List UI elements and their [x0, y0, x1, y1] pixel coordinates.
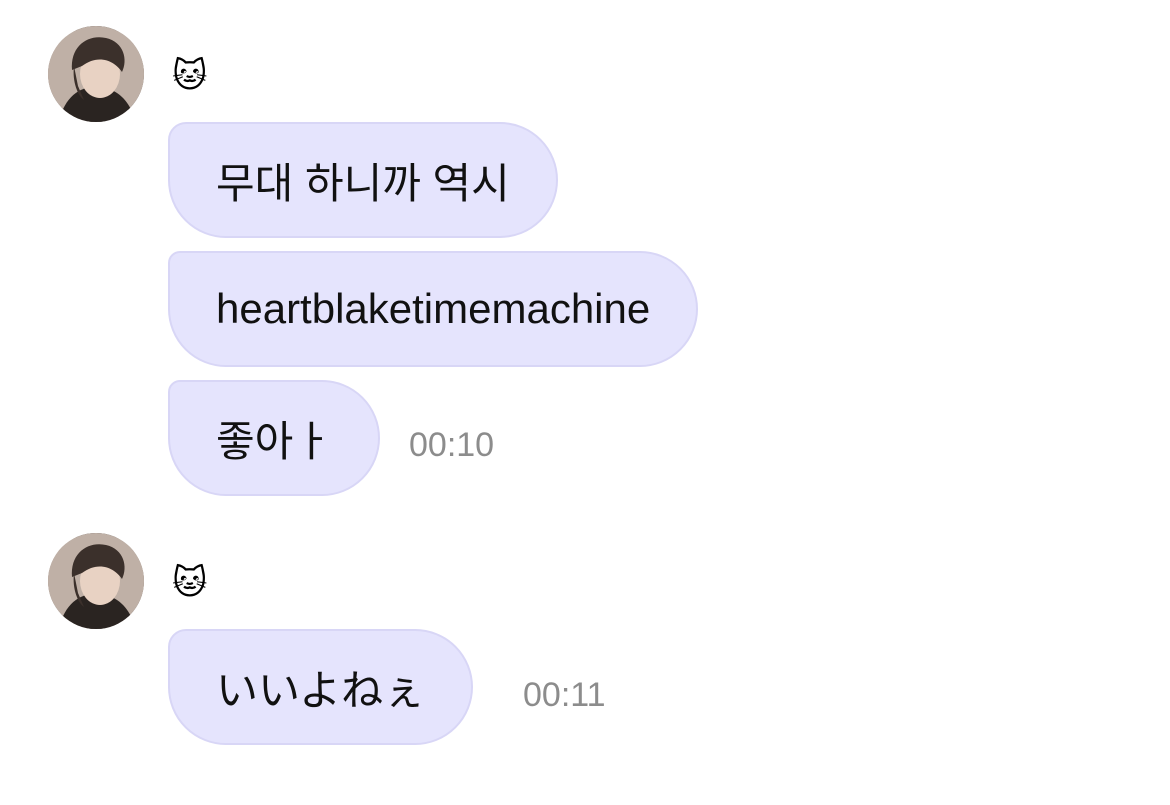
- avatar-image: [48, 533, 144, 629]
- sender-name: 🐱: [172, 563, 208, 603]
- message-timestamp: 00:10: [409, 426, 495, 464]
- sender-name: 🐱: [172, 56, 208, 96]
- message-text: 좋아ㅏ: [216, 417, 332, 465]
- message-bubble[interactable]: いいよねぇ: [168, 629, 474, 745]
- avatar[interactable]: [48, 26, 144, 122]
- message-bubble[interactable]: 좋아ㅏ: [168, 380, 380, 496]
- message-text: 무대 하니까 역시: [216, 159, 510, 207]
- avatar-image: [48, 26, 144, 122]
- message-text: heartblaketimemachine: [216, 285, 651, 332]
- message-timestamp: 00:11: [523, 676, 606, 714]
- avatar[interactable]: [48, 533, 144, 629]
- message-bubble[interactable]: 무대 하니까 역시: [168, 122, 558, 238]
- message-text: いいよねぇ: [216, 666, 426, 714]
- message-bubble[interactable]: heartblaketimemachine: [168, 251, 699, 367]
